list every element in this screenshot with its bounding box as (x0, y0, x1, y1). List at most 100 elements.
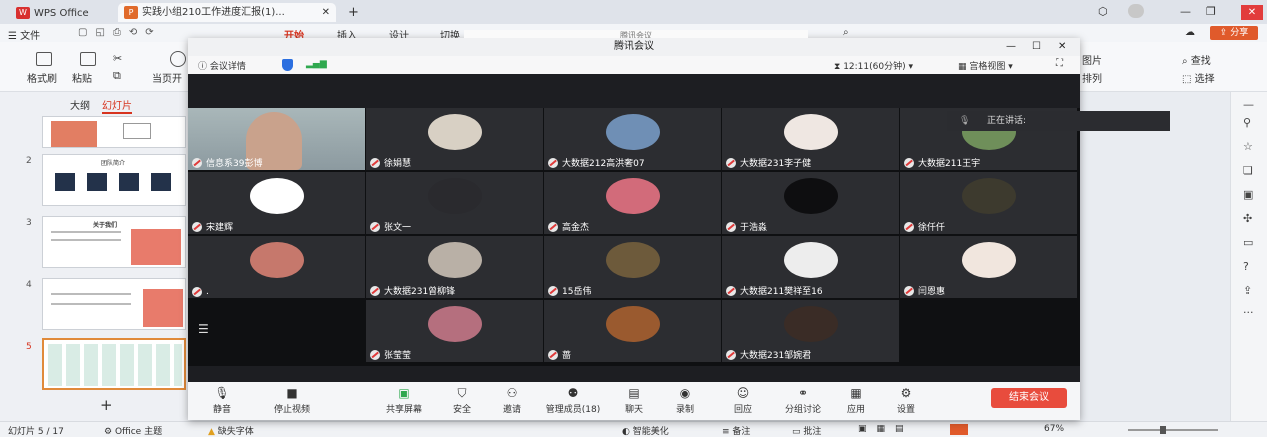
add-slide-button[interactable]: + (100, 396, 113, 414)
meeting-timer[interactable]: ⧗ 12:11(60分钟) ▾ (834, 59, 913, 72)
security-button[interactable]: ⛉ 安全 (442, 386, 482, 415)
participant-tile[interactable]: 高金杰 (544, 172, 721, 234)
zoom-slider-thumb[interactable] (1160, 426, 1166, 434)
slide-thumbnail-4[interactable] (42, 278, 186, 330)
new-tab-button[interactable]: + (342, 3, 365, 22)
collapse-icon[interactable]: — (1243, 98, 1254, 111)
star-icon[interactable]: ☆ (1243, 140, 1253, 153)
notes-button[interactable]: ≡ 备注 (722, 424, 750, 437)
search-icon[interactable]: ⌕ (843, 27, 849, 38)
end-meeting-button[interactable]: 结束会议 (991, 388, 1067, 408)
shield-icon[interactable] (282, 59, 293, 71)
pictures-label[interactable]: 图片 (1082, 52, 1102, 67)
avatar[interactable] (1128, 4, 1144, 18)
arrange-label[interactable]: 排列 (1082, 70, 1102, 85)
paste-icon[interactable] (80, 52, 96, 66)
slide-thumbnail-2[interactable]: 团队简介 (42, 154, 186, 206)
wps-home-tab[interactable]: W WPS Office (10, 4, 95, 23)
cut-icon[interactable]: ✂ (113, 52, 122, 65)
more-icon[interactable]: ··· (1243, 306, 1254, 319)
invite-button[interactable]: ⚇ 邀请 (492, 386, 532, 415)
cloud-icon[interactable]: ☁ (1185, 27, 1195, 38)
participant-tile[interactable]: 大数据231邹婉君 (722, 300, 899, 362)
stop-video-button[interactable]: ■ 停止视频 (264, 386, 320, 415)
restore-icon[interactable]: ❐ (1206, 5, 1216, 18)
breakout-button[interactable]: ⚭ 分组讨论 (780, 386, 826, 415)
copy-icon[interactable]: ⧉ (113, 69, 121, 83)
comments-button[interactable]: ▭ 批注 (792, 424, 821, 437)
close-icon[interactable]: ✕ (322, 3, 330, 22)
help-icon[interactable]: ? (1243, 260, 1249, 273)
format-painter-label[interactable]: 格式刷 (27, 70, 57, 85)
outline-tab[interactable]: 大纲 (70, 97, 90, 112)
fullscreen-icon[interactable]: ⛶ (1056, 58, 1063, 69)
participant-tile[interactable]: 大数据211樊祥至16 (722, 236, 899, 298)
view-switch-button[interactable]: ▦ 宫格视图 ▾ (958, 59, 1013, 72)
participant-tile[interactable]: 宋建辉 (188, 172, 365, 234)
smart-beautify-button[interactable]: ◐ 智能美化 (622, 424, 669, 437)
find-button[interactable]: ⌕ 查找 (1182, 52, 1211, 67)
theme-button[interactable]: ⚙ Office 主题 (104, 424, 162, 437)
participant-avatar (428, 178, 482, 214)
participant-tile[interactable]: 大数据231李子健 (722, 108, 899, 170)
zoom-level[interactable]: 67% (1044, 424, 1064, 434)
participant-tile[interactable]: 徐仟仟 (900, 172, 1077, 234)
mic-muted-icon (726, 221, 736, 232)
chat-button[interactable]: ▤ 聊天 (614, 386, 654, 415)
slides-tab[interactable]: 幻灯片 (102, 97, 132, 114)
member-list-icon[interactable]: ☰ (198, 322, 209, 336)
minimize-icon[interactable]: — (1006, 38, 1016, 56)
mute-button[interactable]: 🎙 静音 (202, 386, 242, 415)
participant-tile[interactable]: . (188, 236, 365, 298)
from-current-label[interactable]: 当页开 (152, 70, 182, 85)
paste-label[interactable]: 粘贴 (72, 70, 92, 85)
maximize-icon[interactable]: ☐ (1032, 38, 1041, 56)
participant-tile[interactable]: 张莹莹 (366, 300, 543, 362)
manage-members-button[interactable]: ⚉ 管理成员(18) (542, 386, 604, 415)
record-button[interactable]: ◉ 录制 (665, 386, 705, 415)
view-mode-icons[interactable]: ▣▦▤ (858, 424, 914, 434)
play-icon[interactable] (170, 51, 186, 67)
close-icon[interactable]: ✕ (1058, 38, 1066, 56)
close-window-icon[interactable]: ✕ (1241, 5, 1263, 20)
participant-tile[interactable]: 张文一 (366, 172, 543, 234)
book-icon[interactable]: ▭ (1243, 236, 1253, 249)
menu-file[interactable]: ☰ 文件 (8, 27, 40, 42)
slide-counter: 幻灯片 5 / 17 (8, 427, 64, 437)
properties-icon[interactable]: ⚲ (1243, 116, 1251, 129)
missing-font-button[interactable]: ▲ 缺失字体 (208, 424, 254, 437)
participant-tile[interactable]: 蔷 (544, 300, 721, 362)
participant-tile[interactable]: 15岳伟 (544, 236, 721, 298)
microphone-icon: 🎙 (959, 116, 971, 126)
meeting-details-button[interactable]: ⓘ 会议详情 (198, 59, 246, 72)
feedback-icon[interactable]: ⇪ (1243, 284, 1252, 297)
quick-access-icons[interactable]: ▢◱⎙⟲⟳ (78, 27, 162, 38)
apps-button[interactable]: ▦ 应用 (836, 386, 876, 415)
format-painter-icon[interactable] (36, 52, 52, 66)
participant-tile[interactable]: 大数据212高洪奢07 (544, 108, 721, 170)
select-button[interactable]: ⬚ 选择 (1182, 70, 1215, 85)
slide-thumbnail-1[interactable] (42, 116, 186, 148)
cube-icon[interactable]: ⬡ (1098, 5, 1108, 18)
slide-number: 3 (26, 218, 32, 228)
transform-icon[interactable]: ✣ (1243, 212, 1252, 225)
participant-tile[interactable]: 于浩淼 (722, 172, 899, 234)
play-slideshow-button[interactable] (950, 424, 968, 435)
layers-icon[interactable]: ❏ (1243, 164, 1253, 177)
participant-tile[interactable]: 徐娟慧 (366, 108, 543, 170)
participant-tile[interactable]: 闫恩惠 (900, 236, 1077, 298)
participant-tile[interactable]: 大数据231曾柳锋 (366, 236, 543, 298)
minimize-icon[interactable]: — (1180, 5, 1191, 18)
image-icon[interactable]: ▣ (1243, 188, 1253, 201)
slide-thumbnail-3[interactable]: 关于我们 (42, 216, 186, 268)
share-button[interactable]: ⇪ 分享 (1210, 26, 1258, 40)
participant-tile[interactable]: 信息系39彭博 (188, 108, 365, 170)
slide-thumbnail-5[interactable] (42, 338, 186, 390)
document-tab[interactable]: P 实践小组210工作进度汇报(1)... ✕ (118, 3, 336, 22)
zoom-slider[interactable] (1128, 429, 1218, 431)
smile-icon: ☺ (736, 386, 750, 400)
settings-button[interactable]: ⚙ 设置 (886, 386, 926, 415)
share-screen-button[interactable]: ▣ 共享屏幕 (382, 386, 426, 415)
reactions-button[interactable]: ☺ 回应 (723, 386, 763, 415)
participant-name-label: 张莹莹 (370, 348, 411, 361)
